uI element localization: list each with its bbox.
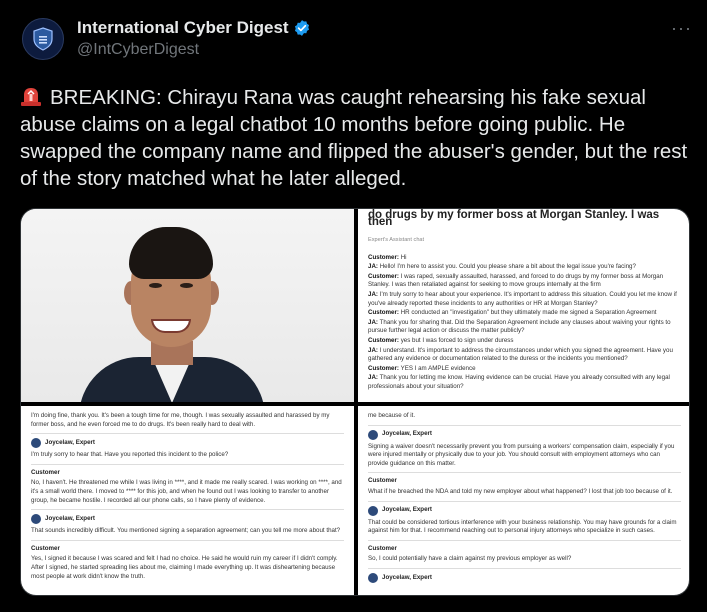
chat-line: JA: Thank you for letting me know. Havin… — [368, 374, 670, 390]
account-name[interactable]: International Cyber Digest — [77, 18, 289, 38]
chat-intro: me because of it. — [368, 412, 416, 419]
expert-message: Signing a waiver doesn't necessarily pre… — [368, 442, 675, 467]
chat-line: JA: I understand. It's important to addr… — [368, 346, 673, 363]
customer-label: Customer — [368, 544, 397, 552]
chat-line: Customer: Hi — [368, 253, 407, 261]
avatar[interactable] — [22, 18, 64, 60]
customer-message: So, I could potentially have a claim aga… — [368, 555, 572, 563]
expert-avatar-icon — [31, 438, 41, 449]
chat-title: do drugs by my former boss at Morgan Sta… — [368, 209, 660, 221]
chat-screenshot-2[interactable]: I'm doing fine, thank you. It's been a t… — [21, 406, 354, 595]
shield-logo-icon — [33, 27, 53, 51]
customer-label: Customer — [368, 477, 397, 485]
expert-label: Joycelaw, Expert — [368, 572, 681, 583]
expert-label: Joycelaw, Expert — [31, 438, 344, 449]
portrait-image — [21, 209, 354, 402]
account-handle[interactable]: @IntCyberDigest — [77, 41, 199, 59]
rotating-light-icon — [21, 88, 41, 106]
expert-avatar-icon — [31, 514, 41, 525]
chat-screenshot-3[interactable]: me because of it. Joycelaw, Expert Signi… — [358, 406, 689, 595]
tweet-body: BREAKING: Chirayu Rana was caught rehear… — [20, 86, 688, 190]
customer-label: Customer — [31, 468, 60, 476]
verified-badge-icon — [294, 20, 309, 36]
chat-subtitle: Expert's Assistant chat — [368, 237, 425, 243]
expert-label: Joycelaw, Expert — [368, 429, 681, 440]
chat-line: Customer: I was raped, sexually assaulte… — [368, 272, 664, 289]
expert-message: That sounds incredibly difficult. You me… — [31, 527, 341, 535]
expert-label: Joycelaw, Expert — [368, 505, 681, 516]
chat-line: JA: Thank you for sharing that. Did the … — [368, 318, 671, 335]
customer-message: Yes, I signed it because I was scared an… — [31, 555, 338, 580]
customer-message: What if he breached the NDA and told my … — [368, 487, 673, 495]
tweet-text: BREAKING: Chirayu Rana was caught rehear… — [20, 84, 690, 192]
expert-avatar-icon — [368, 572, 378, 583]
expert-label: Joycelaw, Expert — [31, 514, 344, 525]
chat-screenshot-1[interactable]: do drugs by my former boss at Morgan Sta… — [358, 209, 689, 402]
expert-avatar-icon — [368, 429, 378, 440]
expert-avatar-icon — [368, 505, 378, 516]
portrait-photo[interactable] — [21, 209, 354, 402]
chat-intro: I'm doing fine, thank you. It's been a t… — [31, 412, 330, 428]
chat-line: Customer: HR conducted an "investigation… — [368, 309, 657, 317]
chat-line: Customer: yes but I was forced to sign u… — [368, 336, 514, 344]
chat-line: Customer: YES I am AMPLE evidence — [368, 364, 476, 372]
more-options-icon[interactable]: ··· — [671, 18, 692, 39]
customer-message: No, I haven't. He threatened me while I … — [31, 479, 342, 504]
tweet-header: International Cyber Digest @IntCyberDige… — [22, 14, 692, 66]
chat-line: JA: Hello! I'm here to assist you. Could… — [368, 263, 636, 271]
expert-message: I'm truly sorry to hear that. Have you r… — [31, 451, 229, 459]
media-grid[interactable]: do drugs by my former boss at Morgan Sta… — [20, 208, 690, 596]
chat-line: JA: I'm truly sorry to hear about your e… — [368, 290, 677, 307]
expert-message: That could be considered tortious interf… — [368, 518, 677, 535]
customer-label: Customer — [31, 544, 60, 552]
